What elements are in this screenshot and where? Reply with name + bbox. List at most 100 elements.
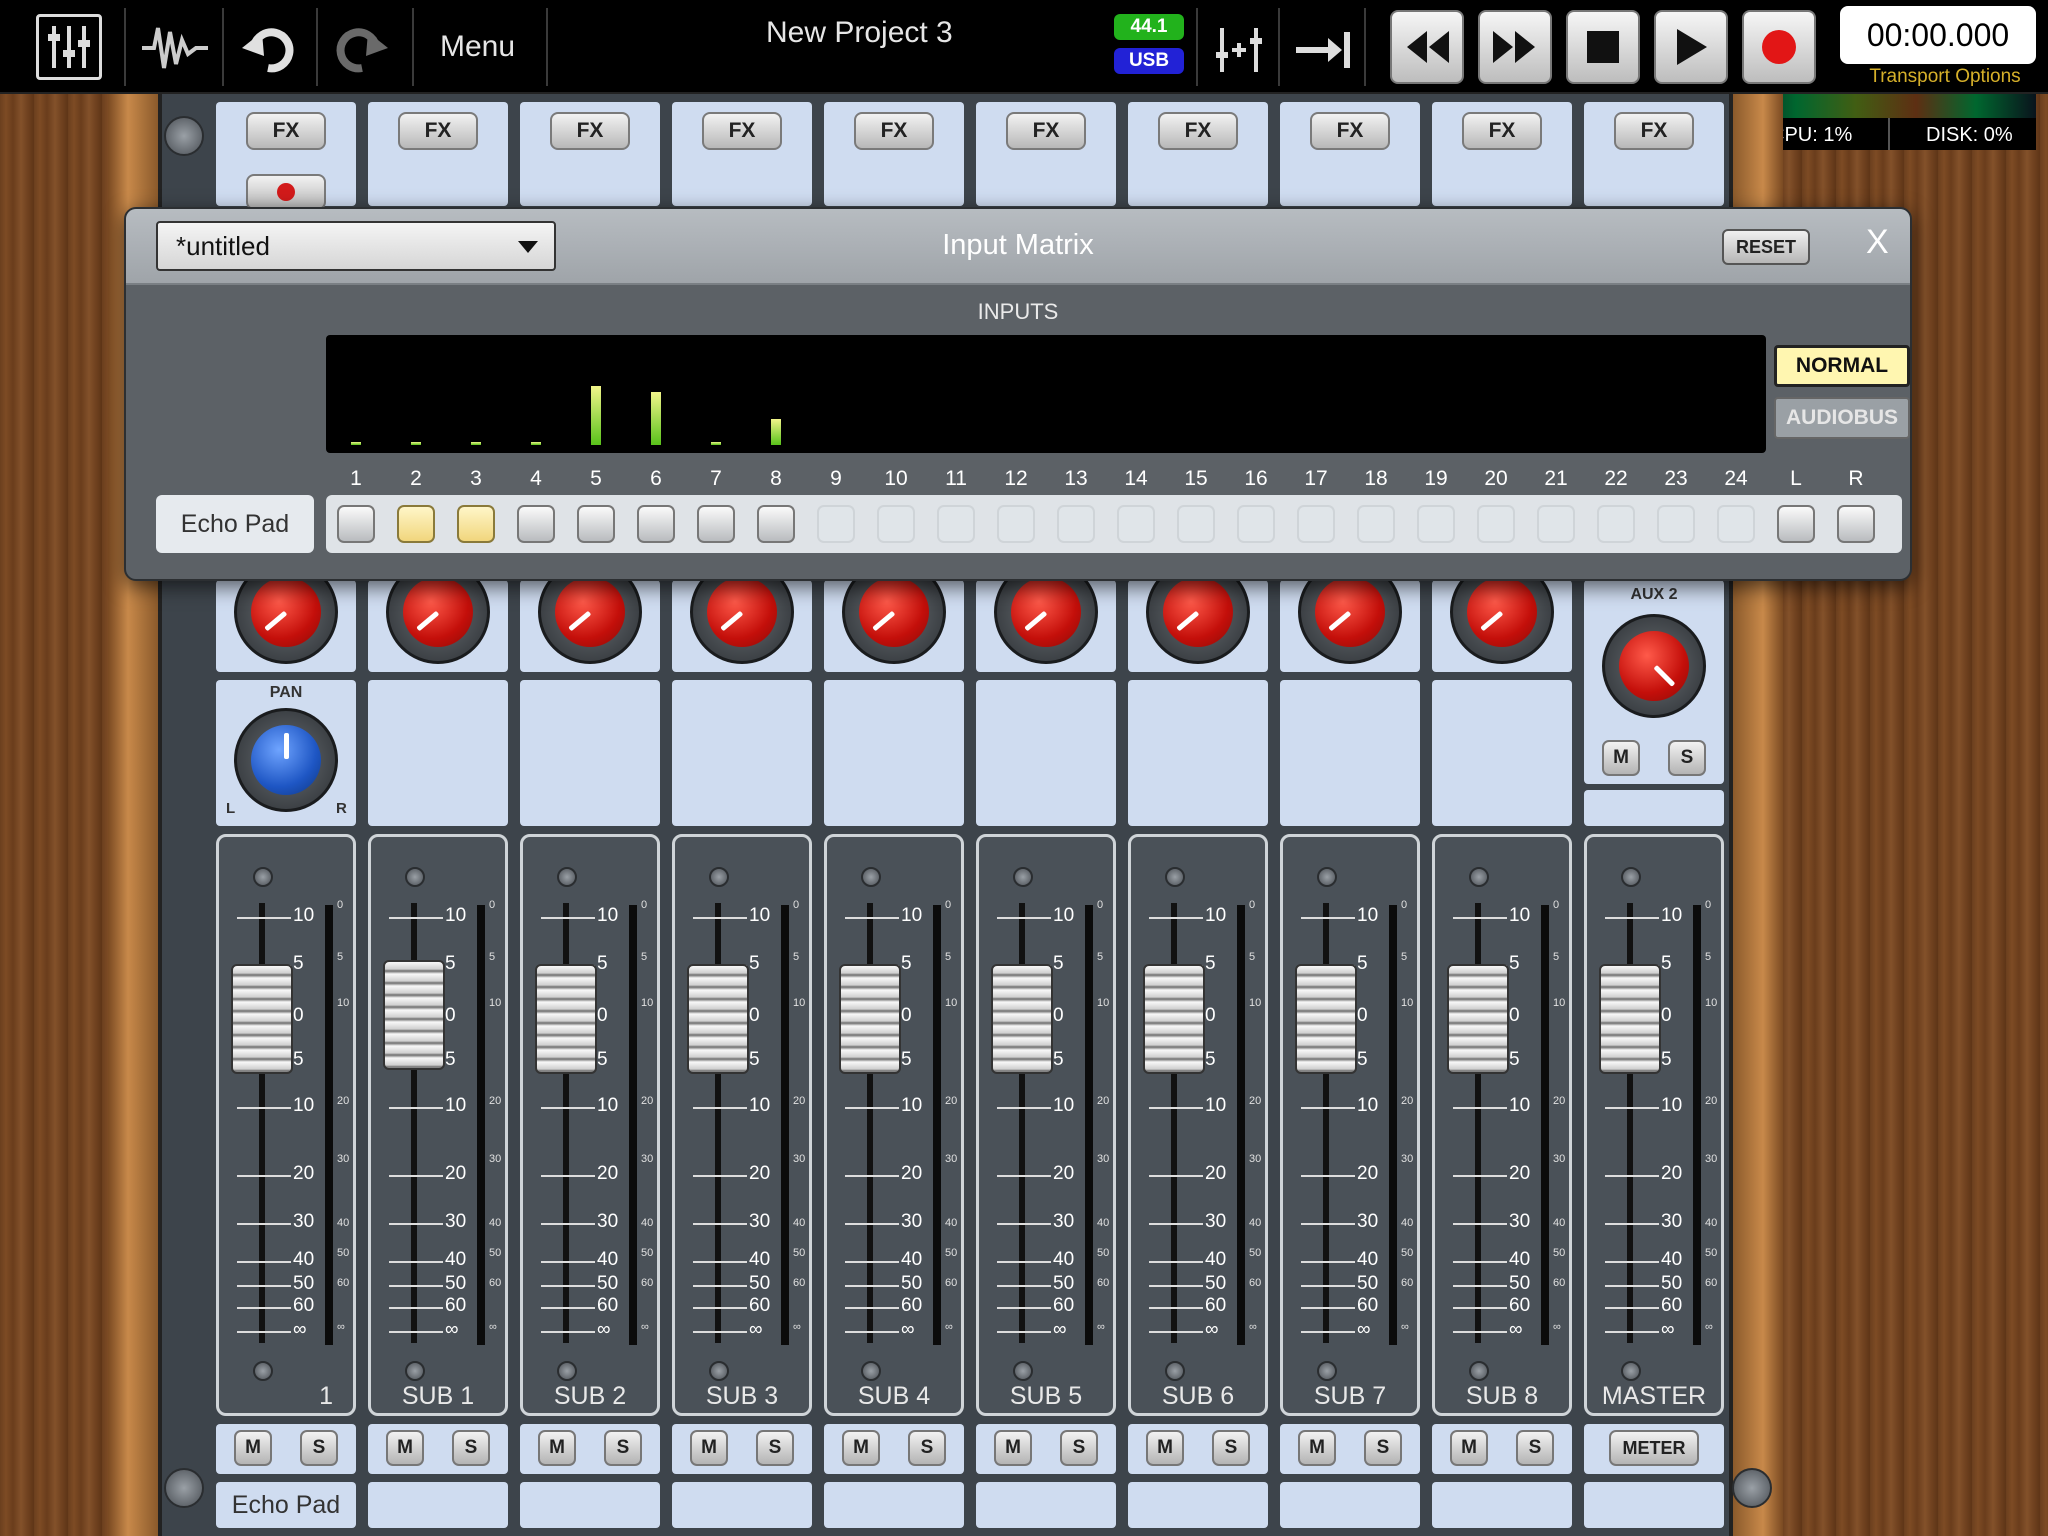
close-button[interactable]: X (1866, 223, 1889, 262)
volume-fader-handle[interactable] (839, 964, 901, 1074)
fast-forward-button[interactable] (1478, 10, 1552, 84)
mute-button[interactable]: M (1450, 1430, 1488, 1466)
route-toggle-button[interactable] (877, 505, 915, 543)
mute-button[interactable]: M (842, 1430, 880, 1466)
fx-button[interactable]: FX (854, 112, 934, 150)
track-name-box[interactable] (824, 1482, 964, 1528)
mixer-icon[interactable] (36, 14, 102, 80)
transport-options-link[interactable]: Transport Options (1850, 66, 2040, 88)
track-name-box[interactable] (672, 1482, 812, 1528)
mute-button[interactable]: M (234, 1430, 272, 1466)
volume-fader-handle[interactable] (687, 964, 749, 1074)
mute-button[interactable]: M (1146, 1430, 1184, 1466)
fx-button[interactable]: FX (702, 112, 782, 150)
play-button[interactable] (1654, 10, 1728, 84)
input-level-bar (351, 442, 361, 445)
volume-fader-handle[interactable] (1295, 964, 1357, 1074)
solo-button[interactable]: S (452, 1430, 490, 1466)
aux-solo-button[interactable]: S (1668, 740, 1706, 776)
route-toggle-button[interactable] (1417, 505, 1455, 543)
aux-return-knob[interactable] (1602, 614, 1706, 718)
volume-fader-handle[interactable] (535, 964, 597, 1074)
meter-button[interactable]: METER (1609, 1430, 1699, 1466)
route-toggle-button[interactable] (517, 505, 555, 543)
fx-button[interactable]: FX (550, 112, 630, 150)
route-toggle-button[interactable] (1237, 505, 1275, 543)
route-toggle-button[interactable] (457, 505, 495, 543)
fx-button[interactable]: FX (1462, 112, 1542, 150)
solo-button[interactable]: S (1212, 1430, 1250, 1466)
route-toggle-button[interactable] (1297, 505, 1335, 543)
route-toggle-button[interactable] (1837, 505, 1875, 543)
track-name-box[interactable] (1432, 1482, 1572, 1528)
route-toggle-button[interactable] (637, 505, 675, 543)
solo-button[interactable]: S (1060, 1430, 1098, 1466)
route-toggle-button[interactable] (397, 505, 435, 543)
track-name-box[interactable] (520, 1482, 660, 1528)
track-name-box[interactable] (1584, 1482, 1724, 1528)
record-button[interactable] (1742, 10, 1816, 84)
fx-button[interactable]: FX (246, 112, 326, 150)
route-toggle-button[interactable] (757, 505, 795, 543)
solo-button[interactable]: S (300, 1430, 338, 1466)
jump-to-end-icon[interactable] (1290, 18, 1354, 82)
timecode-display[interactable]: 00:00.000 (1840, 6, 2036, 64)
mute-button[interactable]: M (690, 1430, 728, 1466)
route-toggle-button[interactable] (1477, 505, 1515, 543)
rewind-button[interactable] (1390, 10, 1464, 84)
route-toggle-button[interactable] (1117, 505, 1155, 543)
route-toggle-button[interactable] (697, 505, 735, 543)
mute-button[interactable]: M (1298, 1430, 1336, 1466)
redo-icon[interactable] (330, 18, 394, 82)
normal-mode-button[interactable]: NORMAL (1774, 345, 1910, 387)
track-name-box[interactable] (1128, 1482, 1268, 1528)
volume-fader-handle[interactable] (991, 964, 1053, 1074)
track-name-box[interactable] (368, 1482, 508, 1528)
track-name-box[interactable] (976, 1482, 1116, 1528)
record-arm-button[interactable] (246, 174, 326, 210)
mute-button[interactable]: M (538, 1430, 576, 1466)
track-name-box[interactable]: Echo Pad (216, 1482, 356, 1528)
aux-mute-button[interactable]: M (1602, 740, 1640, 776)
route-toggle-button[interactable] (1597, 505, 1635, 543)
route-toggle-button[interactable] (1717, 505, 1755, 543)
pan-knob[interactable] (234, 708, 338, 812)
route-toggle-button[interactable] (1357, 505, 1395, 543)
fx-button[interactable]: FX (1614, 112, 1694, 150)
volume-fader-handle[interactable] (1143, 964, 1205, 1074)
fx-button[interactable]: FX (398, 112, 478, 150)
route-toggle-button[interactable] (817, 505, 855, 543)
solo-button[interactable]: S (756, 1430, 794, 1466)
route-toggle-button[interactable] (1777, 505, 1815, 543)
solo-button[interactable]: S (1516, 1430, 1554, 1466)
route-toggle-button[interactable] (1177, 505, 1215, 543)
fx-button[interactable]: FX (1158, 112, 1238, 150)
menu-button[interactable]: Menu (440, 30, 515, 64)
mute-button[interactable]: M (386, 1430, 424, 1466)
solo-button[interactable]: S (1364, 1430, 1402, 1466)
route-toggle-button[interactable] (337, 505, 375, 543)
volume-fader-handle[interactable] (231, 964, 293, 1074)
audiobus-mode-button[interactable]: AUDIOBUS (1774, 397, 1910, 439)
track-name-box[interactable] (1280, 1482, 1420, 1528)
route-toggle-button[interactable] (1537, 505, 1575, 543)
route-toggle-button[interactable] (1057, 505, 1095, 543)
route-toggle-button[interactable] (937, 505, 975, 543)
fx-button[interactable]: FX (1006, 112, 1086, 150)
solo-button[interactable]: S (908, 1430, 946, 1466)
solo-button[interactable]: S (604, 1430, 642, 1466)
reset-button[interactable]: RESET (1722, 229, 1810, 265)
waveform-edit-icon[interactable] (140, 18, 210, 78)
mute-button[interactable]: M (994, 1430, 1032, 1466)
volume-fader-handle[interactable] (1599, 964, 1661, 1074)
fx-button[interactable]: FX (1310, 112, 1390, 150)
route-toggle-button[interactable] (997, 505, 1035, 543)
route-toggle-button[interactable] (1657, 505, 1695, 543)
volume-fader-handle[interactable] (1447, 964, 1509, 1074)
stop-button[interactable] (1566, 10, 1640, 84)
route-toggle-button[interactable] (577, 505, 615, 543)
volume-fader-handle[interactable] (383, 960, 445, 1070)
fader-scale-label: 10 (749, 905, 771, 926)
levels-icon[interactable] (1208, 18, 1272, 82)
undo-icon[interactable] (236, 18, 300, 82)
